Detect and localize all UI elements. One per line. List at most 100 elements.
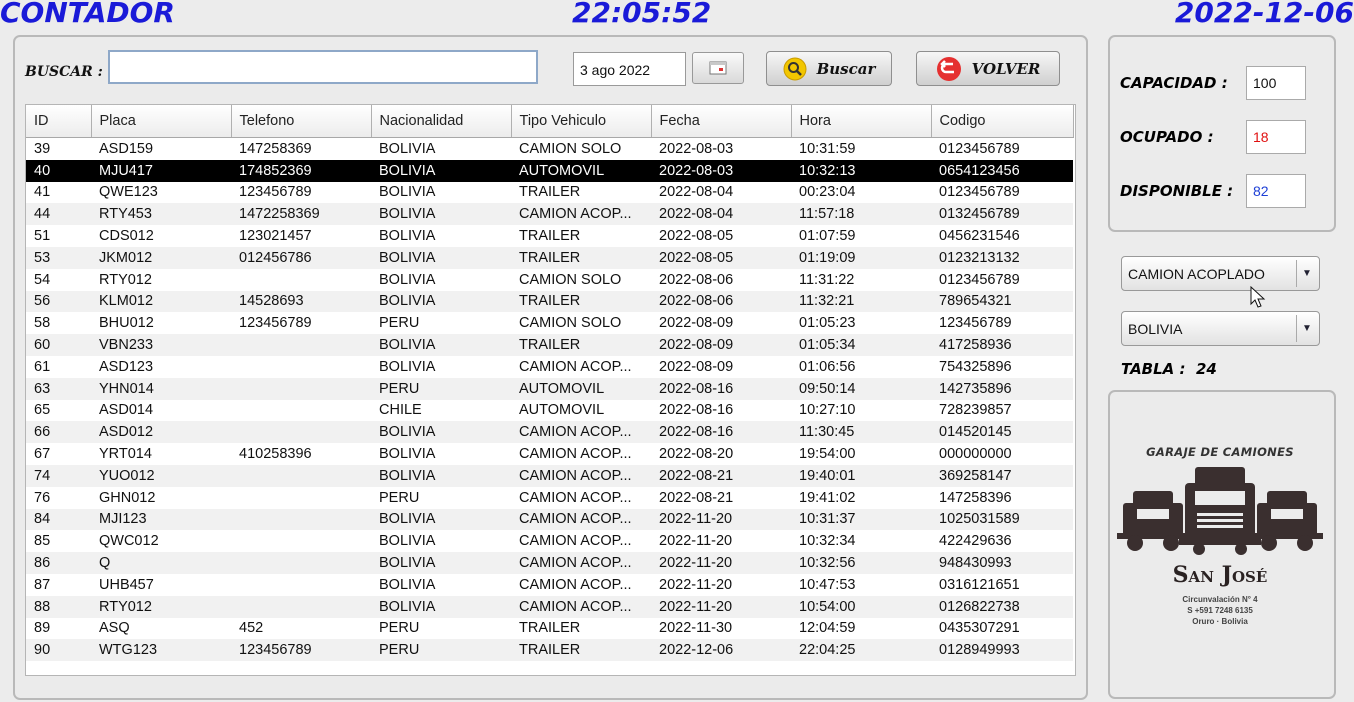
table-cell: 147258396 [939,489,1012,506]
volver-button-label: VOLVER [971,59,1041,78]
current-date: 2022-12-06 [1174,0,1354,29]
table-cell: CAMION ACOP... [519,489,632,506]
table-cell: BOLIVIA [371,595,511,618]
table-row[interactable]: 65 ASD014 CHILE AUTOMOVIL 2022-08-16 10:27:10… [26,400,1073,422]
chevron-down-icon[interactable]: ▼ [1296,260,1317,287]
chevron-down-icon[interactable]: ▼ [1296,315,1317,342]
table-cell: BHU012 [99,315,154,332]
column-header[interactable]: Placa [91,105,232,138]
ocupado-field[interactable]: 18 [1246,120,1306,154]
table-cell: BOLIVIA [379,184,436,201]
logo-name: San José [1172,562,1268,588]
table-cell: GHN012 [99,489,156,506]
nationality-select[interactable]: BOLIVIA ▼ [1121,311,1320,346]
vehicles-table[interactable]: ID Placa Telefono Nacionalidad Tipo Vehiculo… [25,104,1076,676]
table-cell: 0126822738 [931,595,1073,618]
column-header[interactable]: Tipo Vehiculo [511,105,652,138]
table-cell: 10:31:37 [791,508,931,531]
table-row[interactable]: 76 GHN012 PERU CAMION ACOP... 2022-08-21 19:4… [26,487,1073,509]
return-arrow-icon [936,56,961,81]
table-cell: 369258147 [931,464,1073,487]
table-cell: 123456789 [231,639,371,662]
table-cell: 58 [34,315,51,332]
table-cell: 61 [34,358,51,375]
table-row[interactable]: 61 ASD123 BOLIVIA CAMION ACOP... 2022-08-09 0… [26,356,1073,378]
table-row[interactable]: 87 UHB457 BOLIVIA CAMION ACOP... 2022-11-20 1… [26,574,1073,596]
table-cell: 85 [34,533,51,550]
table-cell: 123021457 [239,228,312,245]
column-header[interactable]: Hora [791,105,932,138]
table-cell: QWE123 [99,184,158,201]
table-row[interactable]: 44 RTY453 1472258369 BOLIVIA CAMION ACOP... 2… [26,203,1073,226]
table-cell: AUTOMOVIL [511,377,651,400]
table-cell: CAMION ACOP... [511,464,651,487]
mouse-cursor-icon [1250,286,1266,308]
table-cell: 1025031589 [931,508,1073,531]
table-cell: BOLIVIA [379,140,436,157]
table-cell: 67 [34,446,51,463]
table-row[interactable]: 53 JKM012 012456786 BOLIVIA TRAILER 2022-08-0… [26,246,1073,269]
table-cell [231,400,371,422]
table-row[interactable]: 88 RTY012 BOLIVIA CAMION ACOP... 2022-11-20 1… [26,595,1073,618]
table-row[interactable]: 84 MJI123 BOLIVIA CAMION ACOP... 2022-11-20 1… [26,508,1073,531]
table-cell: TRAILER [519,620,581,637]
search-input[interactable] [108,50,538,84]
table-row[interactable]: 39 ASD159 147258369 BOLIVIA CAMION SOLO 2022-… [26,138,1073,160]
table-cell: MJU417 [91,159,231,182]
table-row[interactable]: 74 YUO012 BOLIVIA CAMION ACOP... 2022-08-21 1… [26,464,1073,487]
table-cell: 123456789 [939,315,1012,332]
table-cell: BOLIVIA [371,334,511,356]
table-cell: 754325896 [939,358,1012,375]
disponible-field[interactable]: 82 [1246,174,1306,208]
table-cell: PERU [371,377,511,400]
table-cell: 2022-08-06 [651,290,791,313]
volver-button[interactable]: VOLVER [916,51,1060,86]
table-cell: 11:57:18 [791,203,931,226]
table-cell: 2022-08-16 [651,377,791,400]
table-cell: 01:05:23 [799,315,856,332]
table-row[interactable]: 90 WTG123 123456789 PERU TRAILER 2022-12-06 22… [26,639,1073,662]
column-header[interactable]: Codigo [931,105,1074,138]
table-row[interactable]: 89 ASQ 452 PERU TRAILER 2022-11-30 12:04:59 043… [26,618,1073,640]
table-cell: 014520145 [931,421,1073,444]
table-cell: 84 [26,508,91,531]
table-row[interactable]: 85 QWC012 BOLIVIA CAMION ACOP... 2022-11-20 1… [26,530,1073,552]
table-cell: 2022-12-06 [651,639,791,662]
table-row[interactable]: 60 VBN233 BOLIVIA TRAILER 2022-08-09 01:05:34… [26,334,1073,356]
table-cell: 01:05:34 [791,334,931,356]
column-header[interactable]: ID [26,105,92,138]
table-row[interactable]: 40 MJU417 174852369 BOLIVIA AUTOMOVIL 2022-08… [26,159,1073,182]
table-cell: ASD012 [91,421,231,444]
table-cell: 10:27:10 [799,402,856,419]
table-cell: 2022-08-03 [651,159,791,182]
search-button[interactable]: Buscar [766,51,892,86]
logo-address: Circunvalación N° 4 [1182,595,1258,604]
table-row[interactable]: 56 KLM012 14528693 BOLIVIA TRAILER 2022-08-06… [26,290,1073,313]
date-field[interactable]: 3 ago 2022 [573,52,686,86]
capacidad-field[interactable]: 100 [1246,66,1306,100]
table-cell: 012456786 [231,246,371,269]
calendar-button[interactable] [692,52,744,84]
column-header[interactable]: Fecha [651,105,792,138]
vehicle-type-select[interactable]: CAMION ACOPLADO ▼ [1121,256,1320,291]
table-row[interactable]: 63 YHN014 PERU AUTOMOVIL 2022-08-16 09:50:14 1… [26,377,1073,400]
table-body: 39 ASD159 147258369 BOLIVIA CAMION SOLO 2022-… [26,138,1073,662]
table-cell: 53 [26,246,91,269]
table-row[interactable]: 66 ASD012 BOLIVIA CAMION ACOP... 2022-08-16 1… [26,421,1073,444]
table-row[interactable]: 86 Q BOLIVIA CAMION ACOP... 2022-11-20 10:32:… [26,552,1073,574]
logo-tagline: GARAJE DE CAMIONES [1146,445,1294,459]
column-header[interactable]: Nacionalidad [371,105,512,138]
table-row[interactable]: 54 RTY012 BOLIVIA CAMION SOLO 2022-08-06 11:3… [26,269,1073,291]
table-row[interactable]: 67 YRT014 410258396 BOLIVIA CAMION ACOP... 20… [26,443,1073,465]
tabla-label: TABLA : [1121,360,1186,378]
table-cell: PERU [379,489,420,506]
table-row[interactable]: 58 BHU012 123456789 PERU CAMION SOLO 2022-08-… [26,312,1073,334]
table-row[interactable]: 41 QWE123 123456789 BOLIVIA TRAILER 2022-08-0… [26,182,1073,204]
table-cell: BOLIVIA [379,228,436,245]
table-cell: 11:32:21 [791,290,931,313]
column-header[interactable]: Telefono [231,105,372,138]
table-cell: 09:50:14 [791,377,931,400]
table-cell: CAMION SOLO [519,315,622,332]
table-cell: AUTOMOVIL [519,402,605,419]
table-row[interactable]: 51 CDS012 123021457 BOLIVIA TRAILER 2022-08-0… [26,225,1073,247]
